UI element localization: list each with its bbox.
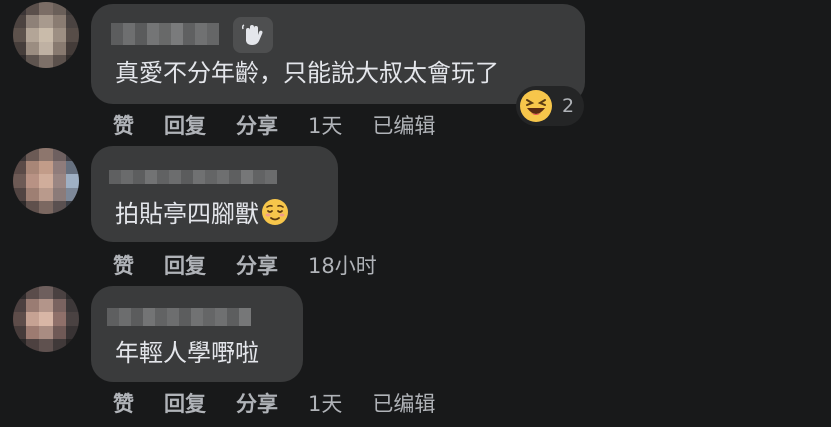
comment-actions: 赞 回复 分享 18小时 [113,250,407,280]
comment-bubble: 真愛不分年齡，只能說大叔太會玩了 [91,4,585,104]
share-button[interactable]: 分享 [236,250,278,280]
laughing-emoji-icon [520,90,552,122]
share-button[interactable]: 分享 [236,388,278,418]
avatar[interactable] [13,148,79,214]
comment-text: 拍貼亭四腳獸 [115,198,289,229]
reply-button[interactable]: 回复 [164,250,206,280]
avatar[interactable] [13,2,79,68]
reaction-summary[interactable]: 2 [516,86,585,126]
reaction-count: 2 [562,95,575,117]
comment-bubble: 拍貼亭四腳獸 [91,146,338,242]
like-button[interactable]: 赞 [113,110,134,140]
timestamp[interactable]: 1天 [308,110,342,140]
avatar[interactable] [13,286,79,352]
comment-3: 年輕人學嘢啦 赞 回复 分享 1天 已编辑 [0,280,831,427]
edited-label[interactable]: 已编辑 [372,388,435,418]
share-button[interactable]: 分享 [236,110,278,140]
comment-actions: 赞 回复 分享 1天 已编辑 [113,110,435,140]
comment-bubble: 年輕人學嘢啦 [91,286,303,382]
author-name[interactable] [107,308,251,326]
reply-button[interactable]: 回复 [164,388,206,418]
comment-text-content: 拍貼亭四腳獸 [115,200,259,228]
like-button[interactable]: 赞 [113,250,134,280]
wave-hand-icon [233,17,273,53]
relieved-face-emoji-icon [262,199,288,225]
comment-2: 拍貼亭四腳獸 赞 回复 分享 18小时 [0,140,831,280]
timestamp[interactable]: 1天 [308,388,342,418]
comment-text: 年輕人學嘢啦 [115,339,259,367]
author-name[interactable] [111,23,219,45]
like-button[interactable]: 赞 [113,388,134,418]
timestamp[interactable]: 18小时 [308,250,377,280]
comment-actions: 赞 回复 分享 1天 已编辑 [113,388,435,418]
author-name[interactable] [109,170,277,184]
reply-button[interactable]: 回复 [164,110,206,140]
comment-1: 真愛不分年齡，只能說大叔太會玩了 2 赞 回复 分享 1天 已编辑 [0,0,831,140]
comment-text: 真愛不分年齡，只能說大叔太會玩了 [115,59,499,87]
edited-label[interactable]: 已编辑 [372,110,435,140]
